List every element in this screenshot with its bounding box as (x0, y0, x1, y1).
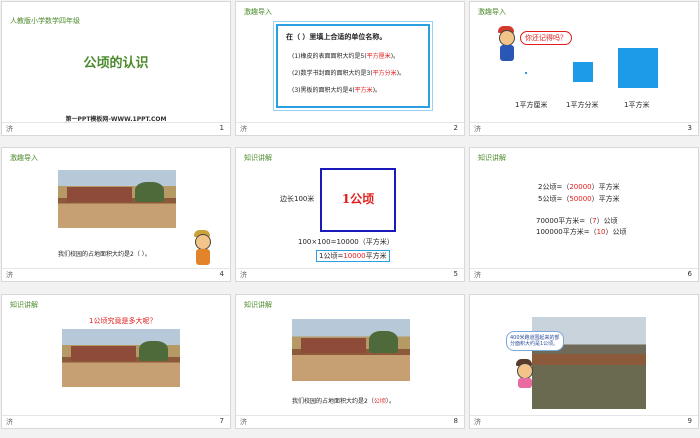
exercise-row-4: 100000平方米=（10）公顷 (536, 228, 627, 236)
page-number: 7 (219, 417, 224, 425)
label-square-cm: 1平方厘米 (515, 101, 548, 109)
cartoon-child-icon (516, 359, 534, 389)
conversion-box: 1公顷=10000平方米 (316, 250, 390, 262)
page-number: 2 (453, 124, 458, 132)
slide-thumbnail-7[interactable]: 知识讲解 1公顷究竟是多大呢？ 济7 (2, 295, 230, 428)
cartoon-girl-icon (194, 230, 212, 266)
slide-heading: 激趣导入 (244, 8, 272, 16)
hectare-box: 1公顷 (320, 168, 396, 232)
exercise-row-1: 2公顷=（20000）平方米 (538, 183, 620, 191)
slide-footer: 济8 (236, 415, 464, 428)
instruction-text: 在（ ）里填上合适的单位名称。 (286, 33, 387, 41)
slide-footer: 济2 (236, 122, 464, 135)
footer-mark: 济 (240, 271, 247, 279)
slide-footer: 济1 (2, 122, 230, 135)
question-card: 在（ ）里填上合适的单位名称。 (1)橡皮的表面面积大约是5(平方厘米)。 (2… (276, 24, 430, 108)
slide-heading: 知识讲解 (10, 301, 38, 309)
square-cm-shape (525, 72, 527, 74)
label-square-dm: 1平方分米 (566, 101, 599, 109)
info-bubble: 400米跑道围起来的部分面积大约是1公顷。 (506, 331, 564, 351)
page-number: 5 (453, 270, 458, 278)
footer-mark: 济 (474, 271, 481, 279)
page-number: 3 (687, 124, 692, 132)
campus-area-text: 我们校园的占地面积大约是2（公顷）。 (292, 398, 395, 405)
page-number: 6 (687, 270, 692, 278)
slide-footer: 济7 (2, 415, 230, 428)
reminder-bubble: 你还记得吗？ (520, 31, 572, 45)
slide-thumbnail-2[interactable]: 激趣导入 在（ ）里填上合适的单位名称。 (1)橡皮的表面面积大约是5(平方厘米… (236, 2, 464, 135)
exercise-row-2: 5公顷=（50000）平方米 (538, 195, 620, 203)
slide-thumbnail-6[interactable]: 知识讲解 2公顷=（20000）平方米 5公顷=（50000）平方米 70000… (470, 148, 698, 281)
slide-heading: 激趣导入 (478, 8, 506, 16)
footer-mark: 济 (240, 418, 247, 426)
slide-thumbnail-4[interactable]: 激趣导入 我们校园的占地面积大约是2（ ）。 济4 (2, 148, 230, 281)
question-line-1: (1)橡皮的表面面积大约是5(平方厘米)。 (292, 53, 400, 60)
footer-mark: 济 (474, 125, 481, 133)
footer-mark: 济 (6, 125, 13, 133)
footer-mark: 济 (6, 418, 13, 426)
page-number: 9 (687, 417, 692, 425)
hectare-box-label: 1公顷 (341, 192, 375, 206)
slide-footer: 济5 (236, 268, 464, 281)
slide-footer: 济9 (470, 415, 698, 428)
slide-thumbnail-9[interactable]: 400米跑道围起来的部分面积大约是1公顷。 济9 (470, 295, 698, 428)
square-dm-shape (573, 62, 593, 82)
slide-heading: 知识讲解 (244, 154, 272, 162)
slide-thumbnail-3[interactable]: 激趣导入 你还记得吗？ 1平方厘米 1平方分米 1平方米 济3 (470, 2, 698, 135)
calculation-text: 100×100=10000（平方米） (298, 238, 394, 246)
square-m-shape (618, 48, 658, 88)
slide-title: 公顷的认识 (83, 56, 149, 71)
page-number: 1 (219, 124, 224, 132)
slide-footer: 济6 (470, 268, 698, 281)
page-number: 4 (219, 270, 224, 278)
footer-mark: 济 (240, 125, 247, 133)
grade-label: 人教版小学数学四年级 (10, 17, 80, 25)
page-number: 8 (453, 417, 458, 425)
campus-area-text: 我们校园的占地面积大约是2（ ）。 (58, 251, 151, 258)
question-text: 1公顷究竟是多大呢？ (89, 317, 157, 325)
campus-photo (292, 319, 410, 381)
slide-thumbnail-1[interactable]: 人教版小学数学四年级 公顷的认识 第一PPT模板网-WWW.1PPT.COM 济… (2, 2, 230, 135)
slide-thumbnail-8[interactable]: 知识讲解 我们校园的占地面积大约是2（公顷）。 济8 (236, 295, 464, 428)
question-line-2: (2)数学书封面的面积大约是3(平方分米)。 (292, 70, 406, 77)
exercise-row-3: 70000平方米=（7）公顷 (536, 217, 618, 225)
footer-mark: 济 (6, 271, 13, 279)
question-line-3: (3)黑板的面积大约是4(平方米)。 (292, 87, 382, 94)
side-length-label: 边长100米 (280, 195, 315, 203)
slide-footer: 济3 (470, 122, 698, 135)
slide-footer: 济4 (2, 268, 230, 281)
slide-thumbnail-5[interactable]: 知识讲解 边长100米 1公顷 100×100=10000（平方米） 1公顷=1… (236, 148, 464, 281)
campus-photo (58, 170, 176, 228)
slide-heading: 知识讲解 (478, 154, 506, 162)
label-square-m: 1平方米 (624, 101, 650, 109)
slide-heading: 激趣导入 (10, 154, 38, 162)
campus-photo (62, 329, 180, 387)
slide-heading: 知识讲解 (244, 301, 272, 309)
cartoon-boy-icon (498, 26, 516, 62)
footer-mark: 济 (474, 418, 481, 426)
